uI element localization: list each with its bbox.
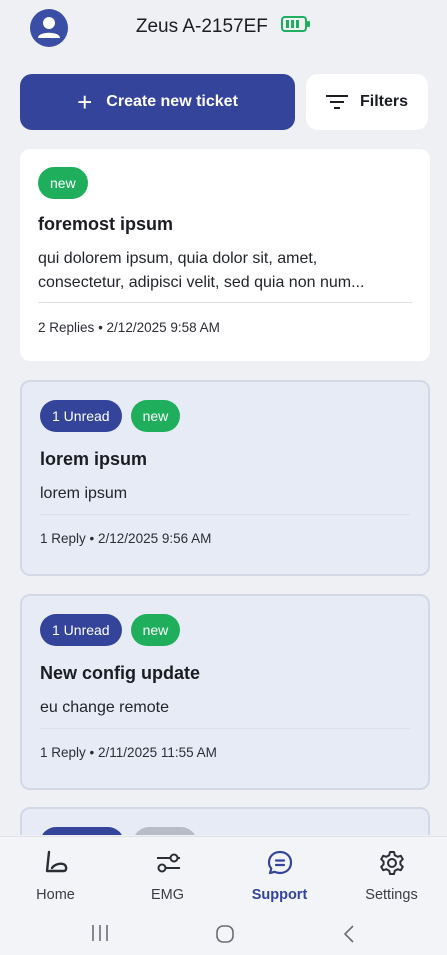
ticket-meta: 1 Reply • 2/12/2025 9:56 AM <box>40 531 212 546</box>
recents-icon[interactable] <box>91 924 109 942</box>
ticket-title: New config update <box>40 663 201 683</box>
battery-icon <box>281 16 311 38</box>
ticket-body-line: eu change remote <box>40 699 169 716</box>
create-ticket-button[interactable]: + Create new ticket <box>20 74 295 130</box>
device-title: Zeus A-2157EF <box>0 16 447 38</box>
ticket-meta: 2 Replies • 2/12/2025 9:58 AM <box>38 320 220 335</box>
home-circle-icon[interactable] <box>215 924 235 944</box>
new-badge: new <box>38 167 88 199</box>
ticket-date: 2/11/2025 11:55 AM <box>98 745 217 760</box>
ticket-meta: 1 Reply • 2/11/2025 11:55 AM <box>40 745 217 760</box>
top-bar: Zeus A-2157EF <box>0 0 447 60</box>
home-arm-icon <box>45 850 67 873</box>
reply-label: Reply <box>51 531 86 546</box>
reply-label: Replies <box>49 320 95 335</box>
ticket-body: lorem ipsum <box>40 482 410 506</box>
badge-row: 1 Unread new <box>40 400 181 432</box>
unread-badge: 1 Unread <box>40 400 122 432</box>
ticket-body-line: qui dolorem ipsum, quia dolor sit, amet, <box>38 250 318 267</box>
nav-emg-label: EMG <box>150 887 185 903</box>
filter-lines-icon <box>325 95 348 109</box>
ticket-body: eu change remote <box>40 696 410 720</box>
filters-label: Filters <box>359 93 408 110</box>
ticket-date: 2/12/2025 9:56 AM <box>98 531 212 546</box>
reply-count: 1 <box>40 531 48 546</box>
ticket-card[interactable]: 1 Unread new lorem ipsum lorem ipsum 1 R… <box>20 380 430 576</box>
reply-count: 1 <box>40 745 48 760</box>
card-divider <box>40 728 410 729</box>
card-divider <box>40 514 410 515</box>
reply-label: Reply <box>51 745 86 760</box>
nav-support-label: Support <box>251 887 308 903</box>
nav-support[interactable]: Support <box>224 837 335 911</box>
badge-row <box>40 827 197 835</box>
nav-home-label: Home <box>36 887 75 903</box>
new-badge: new <box>130 614 181 646</box>
status-badge <box>133 827 197 835</box>
ticket-title: lorem ipsum <box>40 449 148 469</box>
gear-icon <box>379 851 404 875</box>
nav-emg[interactable]: EMG <box>112 837 223 911</box>
ticket-date: 2/12/2025 9:58 AM <box>106 320 220 335</box>
ticket-card[interactable]: new foremost ipsum qui dolorem ipsum, qu… <box>20 149 430 361</box>
badge-row: new <box>38 167 88 199</box>
filters-button[interactable]: Filters <box>306 74 428 130</box>
ticket-actions: + Create new ticket Filters <box>20 74 428 130</box>
reply-count: 2 <box>38 320 46 335</box>
system-nav-bar <box>0 910 447 955</box>
chat-bubble-icon <box>267 850 292 875</box>
plus-icon: + <box>77 87 93 117</box>
nav-home[interactable]: Home <box>0 837 111 911</box>
ticket-list: new foremost ipsum qui dolorem ipsum, qu… <box>20 149 430 835</box>
unread-badge: 1 Unread <box>40 614 122 646</box>
unread-badge <box>40 827 124 835</box>
nav-settings[interactable]: Settings <box>336 837 447 911</box>
nav-settings-label: Settings <box>365 887 418 903</box>
back-chevron-icon[interactable] <box>342 924 356 944</box>
badge-row: 1 Unread new <box>40 614 181 646</box>
ticket-card[interactable] <box>20 807 430 835</box>
device-name: Zeus A-2157EF <box>135 16 268 37</box>
ticket-card[interactable]: 1 Unread new New config update eu change… <box>20 594 430 790</box>
card-divider <box>38 302 412 303</box>
ticket-body-line: consectetur, adipisci velit, sed quia no… <box>38 274 365 291</box>
ticket-body: qui dolorem ipsum, quia dolor sit, amet,… <box>38 247 412 295</box>
ticket-body-line: lorem ipsum <box>40 485 128 502</box>
new-badge: new <box>130 400 181 432</box>
emg-sliders-icon <box>156 853 180 873</box>
ticket-title: foremost ipsum <box>38 214 174 234</box>
bottom-nav: Home EMG Support Settings <box>0 836 447 910</box>
create-ticket-label: Create new ticket <box>106 93 238 110</box>
